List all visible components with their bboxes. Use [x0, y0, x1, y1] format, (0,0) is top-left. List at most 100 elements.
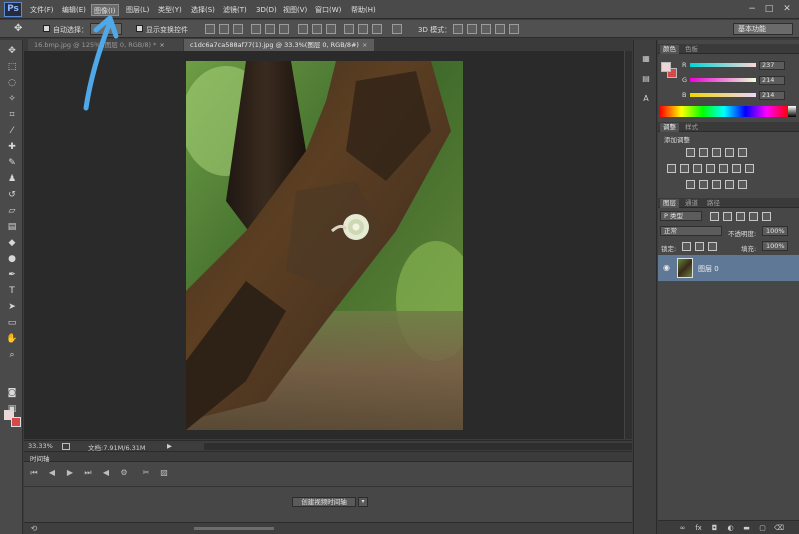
type-tool-icon[interactable]: T: [6, 286, 18, 297]
blend-mode-select[interactable]: 正常: [660, 226, 722, 236]
crop-tool-icon[interactable]: ⌗: [6, 110, 18, 121]
quick-select-tool-icon[interactable]: ✧: [6, 94, 18, 105]
exposure-icon[interactable]: [725, 148, 734, 157]
move-tool-icon[interactable]: ✥: [14, 23, 22, 34]
lasso-tool-icon[interactable]: ◌: [6, 78, 18, 89]
eyedropper-tool-icon[interactable]: ⁄: [6, 126, 18, 137]
first-frame-icon[interactable]: ⏮: [28, 468, 40, 478]
channel-r-slider[interactable]: [690, 63, 756, 67]
tab-paths[interactable]: 路径: [704, 199, 723, 208]
convert-icon[interactable]: ⟲: [28, 524, 40, 534]
gradient-tool-icon[interactable]: ▤: [6, 222, 18, 233]
brightness-icon[interactable]: [686, 148, 695, 157]
show-transform-checkbox[interactable]: [136, 25, 143, 32]
audio-icon[interactable]: ◀: [100, 468, 112, 478]
filter-type-icon[interactable]: [736, 212, 745, 221]
selective-color-icon[interactable]: [725, 180, 734, 189]
hand-tool-icon[interactable]: ✋: [6, 334, 18, 345]
distribute-hcenter-icon[interactable]: [358, 24, 368, 34]
3d-scale-icon[interactable]: [509, 24, 519, 34]
vibrance-icon[interactable]: [738, 148, 747, 157]
status-icon[interactable]: [62, 443, 70, 450]
menu-file[interactable]: 文件(F): [28, 4, 56, 16]
distribute-bottom-icon[interactable]: [326, 24, 336, 34]
filter-adjust-icon[interactable]: [723, 212, 732, 221]
3d-pan-icon[interactable]: [481, 24, 491, 34]
menu-view[interactable]: 视图(V): [281, 4, 309, 16]
menu-3d[interactable]: 3D(D): [254, 4, 279, 16]
channel-mixer-icon[interactable]: [719, 164, 728, 173]
zoom-tool-icon[interactable]: ⌕: [6, 350, 18, 361]
workspace-switcher[interactable]: 基本功能: [733, 23, 793, 35]
grayscale-ramp[interactable]: [788, 106, 796, 117]
close-icon[interactable]: ×: [362, 41, 367, 49]
dodge-tool-icon[interactable]: ●: [6, 254, 18, 265]
lock-position-icon[interactable]: [695, 242, 704, 251]
channel-b-slider[interactable]: [690, 93, 756, 97]
black-white-icon[interactable]: [693, 164, 702, 173]
curves-icon[interactable]: [712, 148, 721, 157]
chevron-down-icon[interactable]: ▾: [358, 497, 368, 507]
marquee-tool-icon[interactable]: ⬚: [6, 62, 18, 73]
settings-icon[interactable]: ⚙: [118, 468, 130, 478]
rectangle-tool-icon[interactable]: ▭: [6, 318, 18, 329]
color-balance-icon[interactable]: [680, 164, 689, 173]
new-layer-icon[interactable]: ▢: [758, 524, 767, 532]
3d-rotate-icon[interactable]: [453, 24, 463, 34]
minimize-icon[interactable]: −: [746, 3, 758, 15]
pen-tool-icon[interactable]: ✒: [6, 270, 18, 281]
distribute-top-icon[interactable]: [298, 24, 308, 34]
auto-align-icon[interactable]: [392, 24, 402, 34]
prev-frame-icon[interactable]: ◀: [46, 468, 58, 478]
menu-window[interactable]: 窗口(W): [313, 4, 343, 16]
tab-adjustments[interactable]: 调整: [660, 123, 679, 132]
hue-saturation-icon[interactable]: [667, 164, 676, 173]
next-frame-icon[interactable]: ⏭: [82, 468, 94, 478]
opacity-input[interactable]: 100%: [762, 226, 788, 236]
layer-filter-select[interactable]: P 类型: [660, 211, 702, 221]
fx-icon[interactable]: fx: [694, 524, 703, 532]
menu-layer[interactable]: 图层(L): [124, 4, 151, 16]
split-icon[interactable]: ✂: [140, 468, 152, 478]
distribute-right-icon[interactable]: [372, 24, 382, 34]
maximize-icon[interactable]: □: [763, 3, 775, 15]
tab-channels[interactable]: 通道: [682, 199, 701, 208]
blur-tool-icon[interactable]: ◆: [6, 238, 18, 249]
layer-name[interactable]: 图层 0: [698, 264, 719, 274]
brush-tool-icon[interactable]: ✎: [6, 158, 18, 169]
history-brush-tool-icon[interactable]: ↺: [6, 190, 18, 201]
mask-icon[interactable]: ◘: [710, 524, 719, 532]
timeline-title[interactable]: 时间轴: [30, 453, 50, 463]
link-icon[interactable]: ∞: [678, 524, 687, 532]
doc-tab-active[interactable]: c1dc6a7ca588af77(1).jpg @ 33.3%(图层 0, RG…: [184, 39, 374, 51]
foreground-color-swatch[interactable]: [661, 62, 671, 72]
invert-icon[interactable]: [745, 164, 754, 173]
3d-slide-icon[interactable]: [495, 24, 505, 34]
menu-select[interactable]: 选择(S): [189, 4, 217, 16]
photo-filter-icon[interactable]: [706, 164, 715, 173]
tab-layers[interactable]: 图层: [660, 199, 679, 208]
zoom-readout[interactable]: 33.33%: [28, 442, 53, 450]
status-menu-arrow-icon[interactable]: ▶: [167, 442, 172, 450]
align-bottom-icon[interactable]: [233, 24, 243, 34]
align-vcenter-icon[interactable]: [219, 24, 229, 34]
quick-mask-icon[interactable]: ◙: [6, 388, 18, 399]
horizontal-scrollbar[interactable]: [204, 443, 632, 450]
channel-r-value[interactable]: 237: [759, 61, 785, 70]
distribute-vcenter-icon[interactable]: [312, 24, 322, 34]
tab-color[interactable]: 颜色: [660, 45, 679, 54]
character-panel-icon[interactable]: A: [641, 94, 651, 104]
transition-icon[interactable]: ▨: [158, 468, 170, 478]
color-spectrum[interactable]: [660, 106, 788, 117]
path-select-tool-icon[interactable]: ➤: [6, 302, 18, 313]
folder-icon[interactable]: ▬: [742, 524, 751, 532]
layer-row[interactable]: ◉ 图层 0: [658, 255, 799, 281]
filter-smart-icon[interactable]: [762, 212, 771, 221]
timeline-zoom-slider[interactable]: [194, 527, 274, 530]
menu-filter[interactable]: 滤镜(T): [221, 4, 249, 16]
align-top-icon[interactable]: [205, 24, 215, 34]
distribute-left-icon[interactable]: [344, 24, 354, 34]
gradient-map-icon[interactable]: [712, 180, 721, 189]
clone-stamp-tool-icon[interactable]: ♟: [6, 174, 18, 185]
align-hcenter-icon[interactable]: [265, 24, 275, 34]
